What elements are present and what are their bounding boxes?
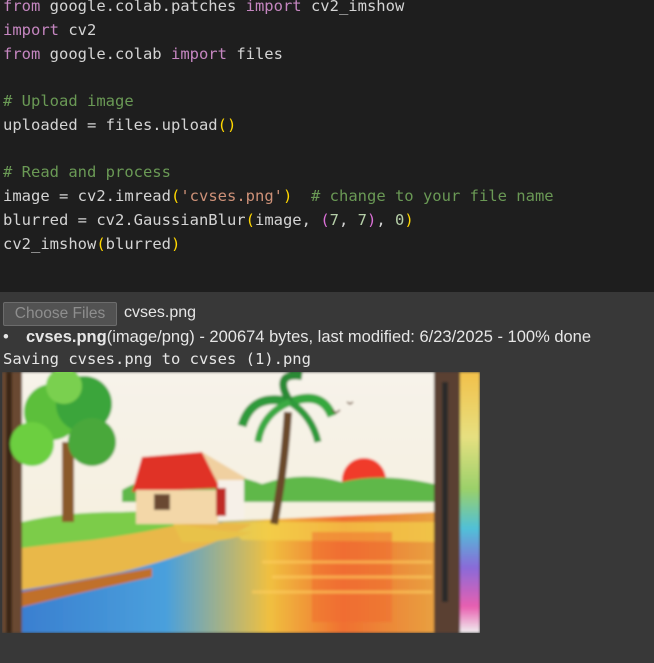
- code-token: # change to your file name: [292, 187, 554, 205]
- code-token: 'cvses.png': [180, 187, 283, 205]
- code-token: ): [282, 187, 293, 205]
- blurred-landscape-image: [2, 372, 480, 633]
- upload-file-name: cvses.png: [26, 328, 107, 346]
- code-line-7: image = cv2.imread('cvses.png') # change…: [3, 184, 554, 208]
- code-token: from: [3, 0, 41, 15]
- code-token: (: [320, 211, 330, 229]
- code-token: (: [170, 187, 181, 205]
- code-token: cv2_imshow: [301, 0, 405, 15]
- code-token: import: [245, 0, 302, 15]
- code-token: google.colab: [40, 45, 171, 63]
- code-token: ): [226, 116, 237, 134]
- code-token: import: [170, 45, 227, 63]
- code-token: image = cv2.imread: [3, 187, 171, 205]
- code-line-8: blurred = cv2.GaussianBlur(image, (7, 7)…: [3, 208, 414, 232]
- code-comment-upload: # Upload image: [3, 92, 134, 110]
- bullet-icon: •: [3, 328, 9, 346]
- code-token: blurred = cv2.GaussianBlur: [3, 211, 246, 229]
- cell-output: Choose Files cvses.png • cvses.png(image/…: [0, 292, 654, 663]
- code-token: 7: [329, 211, 339, 229]
- code-line-1: from google.colab.patches import cv2_ims…: [3, 0, 404, 18]
- selected-file-name: cvses.png: [124, 304, 197, 321]
- code-comment-read: # Read and process: [3, 163, 171, 181]
- code-token: ,: [376, 211, 396, 229]
- upload-status-item: • cvses.png(image/png) - 200674 bytes, la…: [3, 328, 591, 347]
- code-token: ,: [339, 211, 358, 229]
- code-token: import: [3, 21, 59, 39]
- code-token: ): [171, 235, 181, 253]
- code-token: image,: [254, 211, 321, 229]
- code-line-3: from google.colab import files: [3, 42, 283, 66]
- code-cell[interactable]: from google.colab.patches import cv2_ims…: [0, 0, 654, 292]
- code-token: 7: [357, 211, 368, 229]
- code-token: cv2: [59, 21, 97, 39]
- code-token: google.colab.patches: [40, 0, 246, 15]
- output-image: [2, 372, 480, 633]
- code-token: uploaded = files.upload: [3, 116, 218, 134]
- code-token: blurred: [105, 235, 171, 253]
- choose-files-button[interactable]: Choose Files: [3, 302, 117, 326]
- code-line-5: uploaded = files.upload(): [3, 113, 236, 137]
- upload-file-detail: (image/png) - 200674 bytes, last modifie…: [106, 328, 592, 346]
- code-token: from: [3, 45, 41, 63]
- saving-message: Saving cvses.png to cvses (1).png: [3, 350, 311, 368]
- code-token: 0: [395, 211, 405, 229]
- code-line-2: import cv2: [3, 18, 96, 42]
- code-token: files: [226, 45, 283, 63]
- code-token: (: [96, 235, 106, 253]
- code-token: cv2_imshow: [3, 235, 97, 253]
- code-token: ): [404, 211, 414, 229]
- code-token: ): [367, 211, 377, 229]
- code-token: (: [245, 211, 255, 229]
- code-line-9: cv2_imshow(blurred): [3, 232, 180, 256]
- code-token: (: [217, 116, 227, 134]
